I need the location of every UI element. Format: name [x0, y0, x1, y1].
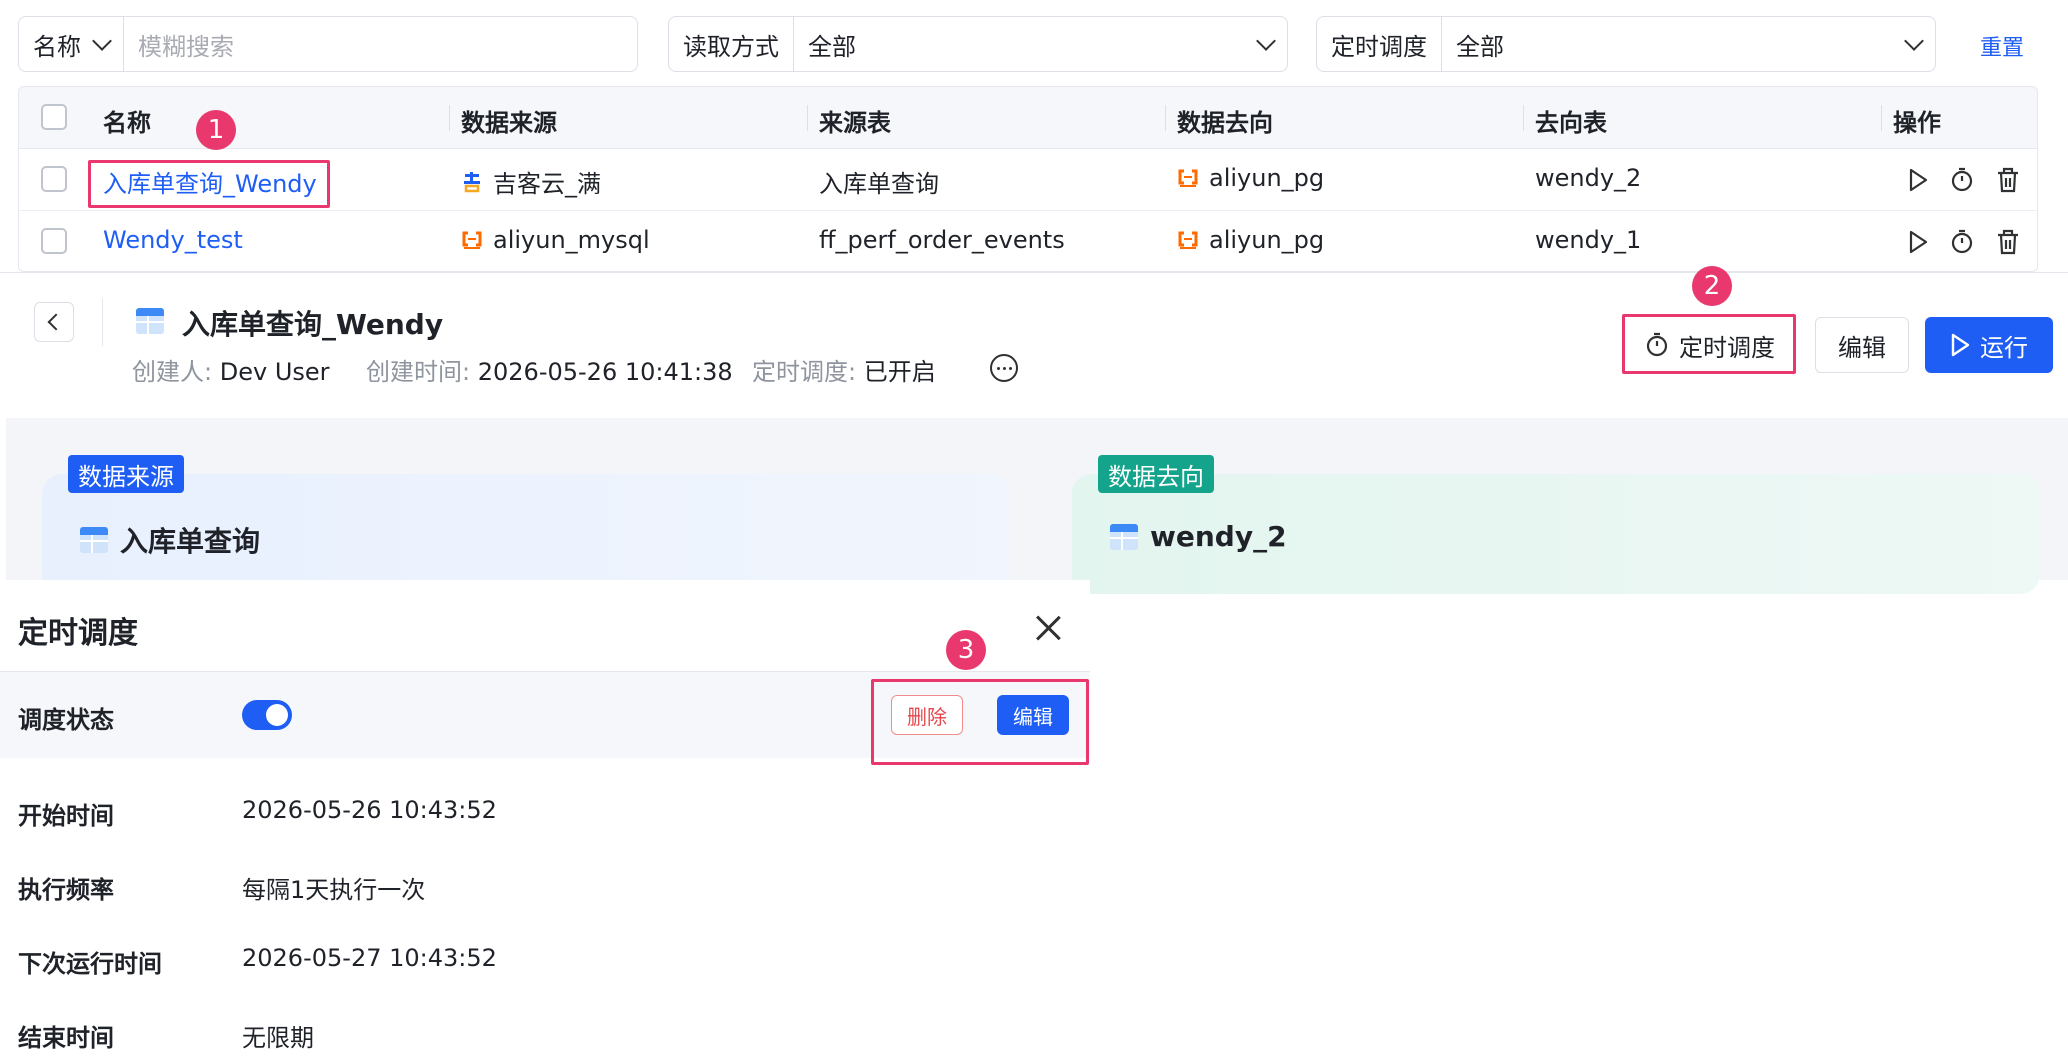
timer-icon[interactable]: [1949, 167, 1975, 193]
annotation-badge-2: 2: [1692, 266, 1732, 306]
creator-meta: 创建人: Dev User: [132, 358, 330, 386]
timer-icon[interactable]: [1949, 229, 1975, 255]
annotation-badge-3: 3: [946, 630, 986, 670]
source-cell: aliyun_mysql: [461, 226, 650, 254]
aliyun-icon: [462, 231, 482, 249]
col-target-table: 去向表: [1535, 109, 1607, 137]
highlight-schedule-button: [1622, 314, 1796, 374]
table-icon: [80, 527, 108, 553]
source-name: aliyun_mysql: [493, 226, 650, 254]
schedule-filter-label: 定时调度: [1317, 17, 1442, 71]
edit-button-label: 编辑: [1838, 333, 1886, 362]
close-icon[interactable]: [1034, 614, 1062, 642]
target-tag: 数据去向: [1098, 455, 1214, 493]
aliyun-icon: [1178, 169, 1198, 187]
drawer-title: 定时调度: [18, 616, 138, 651]
frequency-value: 每隔1天执行一次: [242, 876, 426, 904]
source-tag: 数据来源: [68, 455, 184, 493]
delete-icon[interactable]: [1995, 229, 2021, 255]
row-checkbox[interactable]: [41, 228, 67, 254]
select-all-checkbox[interactable]: [41, 104, 67, 130]
creator-value: Dev User: [219, 358, 330, 386]
source-name: 吉客云_满: [493, 170, 601, 198]
read-mode-filter[interactable]: 读取方式 全部: [668, 16, 1288, 72]
read-mode-value: 全部: [808, 32, 856, 61]
target-table-cell: wendy_2: [1535, 164, 1642, 192]
target-cell: aliyun_pg: [1177, 226, 1324, 254]
table-header: 名称 数据来源 来源表 数据去向 去向表 操作: [19, 87, 2037, 149]
edit-button[interactable]: 编辑: [1815, 317, 1909, 373]
target-card-title: wendy_2: [1110, 520, 1287, 553]
target-name: aliyun_pg: [1209, 164, 1325, 192]
chevron-down-icon: [1904, 30, 1924, 51]
table-icon: [1110, 523, 1138, 550]
highlight-task-name: [88, 160, 330, 208]
table-icon: [136, 308, 164, 334]
target-table-cell: wendy_1: [1535, 226, 1642, 254]
search-placeholder: 模糊搜索: [138, 32, 234, 61]
schedule-filter-select[interactable]: 全部: [1442, 27, 1935, 62]
schedule-filter-value: 全部: [1456, 32, 1504, 61]
run-button-label: 运行: [1980, 333, 2028, 362]
schedule-status-toggle[interactable]: [242, 700, 292, 730]
end-time-value: 无限期: [242, 1024, 314, 1052]
status-label: 调度状态: [18, 706, 114, 734]
back-button[interactable]: [34, 302, 74, 342]
play-icon: [1951, 333, 1970, 357]
reset-button[interactable]: 重置: [1980, 30, 2024, 62]
chevron-down-icon: [1256, 30, 1276, 51]
name-filter: 名称 模糊搜索: [18, 16, 638, 72]
task-name-link[interactable]: Wendy_test: [103, 226, 243, 254]
source-table-cell: 入库单查询: [819, 170, 939, 198]
start-time-label: 开始时间: [18, 802, 114, 830]
start-time-value: 2026-05-26 10:43:52: [242, 796, 497, 824]
run-icon[interactable]: [1905, 229, 1931, 255]
header-divider: [102, 298, 103, 346]
read-mode-label: 读取方式: [669, 17, 794, 71]
table-row: Wendy_test aliyun_mysql ff_perf_order_ev…: [19, 211, 2037, 271]
read-mode-select[interactable]: 全部: [794, 27, 1287, 62]
col-actions: 操作: [1893, 109, 1941, 137]
row-checkbox[interactable]: [41, 166, 67, 192]
target-cell: aliyun_pg: [1177, 164, 1324, 192]
col-source-table: 来源表: [819, 109, 891, 137]
schedule-drawer: [0, 580, 1090, 1061]
target-name: aliyun_pg: [1209, 226, 1325, 254]
end-time-label: 结束时间: [18, 1024, 114, 1052]
run-button[interactable]: 运行: [1925, 317, 2053, 373]
page-title: 入库单查询_Wendy: [182, 308, 444, 341]
annotation-badge-1: 1: [196, 110, 236, 150]
schedule-status-value: 已开启: [863, 358, 936, 386]
run-icon[interactable]: [1905, 167, 1931, 193]
next-run-label: 下次运行时间: [18, 950, 162, 978]
jky-datasource-icon: [464, 171, 480, 192]
delete-icon[interactable]: [1995, 167, 2021, 193]
schedule-filter[interactable]: 定时调度 全部: [1316, 16, 1936, 72]
highlight-schedule-actions: [871, 679, 1089, 765]
name-field-label: 名称: [33, 32, 81, 61]
col-source: 数据来源: [461, 109, 557, 137]
created-value: 2026-05-26 10:41:38: [477, 358, 733, 386]
next-run-value: 2026-05-27 10:43:52: [242, 944, 497, 972]
schedule-meta: 定时调度: 已开启: [752, 358, 936, 386]
col-target: 数据去向: [1177, 109, 1273, 137]
source-cell: 吉客云_满: [461, 164, 601, 199]
created-meta: 创建时间: 2026-05-26 10:41:38: [366, 358, 733, 386]
aliyun-icon: [1178, 231, 1198, 249]
chevron-down-icon: [92, 30, 112, 51]
name-field-select[interactable]: 名称: [19, 17, 124, 71]
source-table-cell: ff_perf_order_events: [819, 226, 1065, 254]
col-name: 名称: [103, 109, 151, 137]
frequency-label: 执行频率: [18, 876, 114, 904]
name-search-input[interactable]: 模糊搜索: [124, 27, 637, 62]
source-card-title: 入库单查询: [80, 520, 260, 560]
chevron-left-icon: [47, 313, 65, 331]
more-icon[interactable]: [990, 354, 1018, 382]
